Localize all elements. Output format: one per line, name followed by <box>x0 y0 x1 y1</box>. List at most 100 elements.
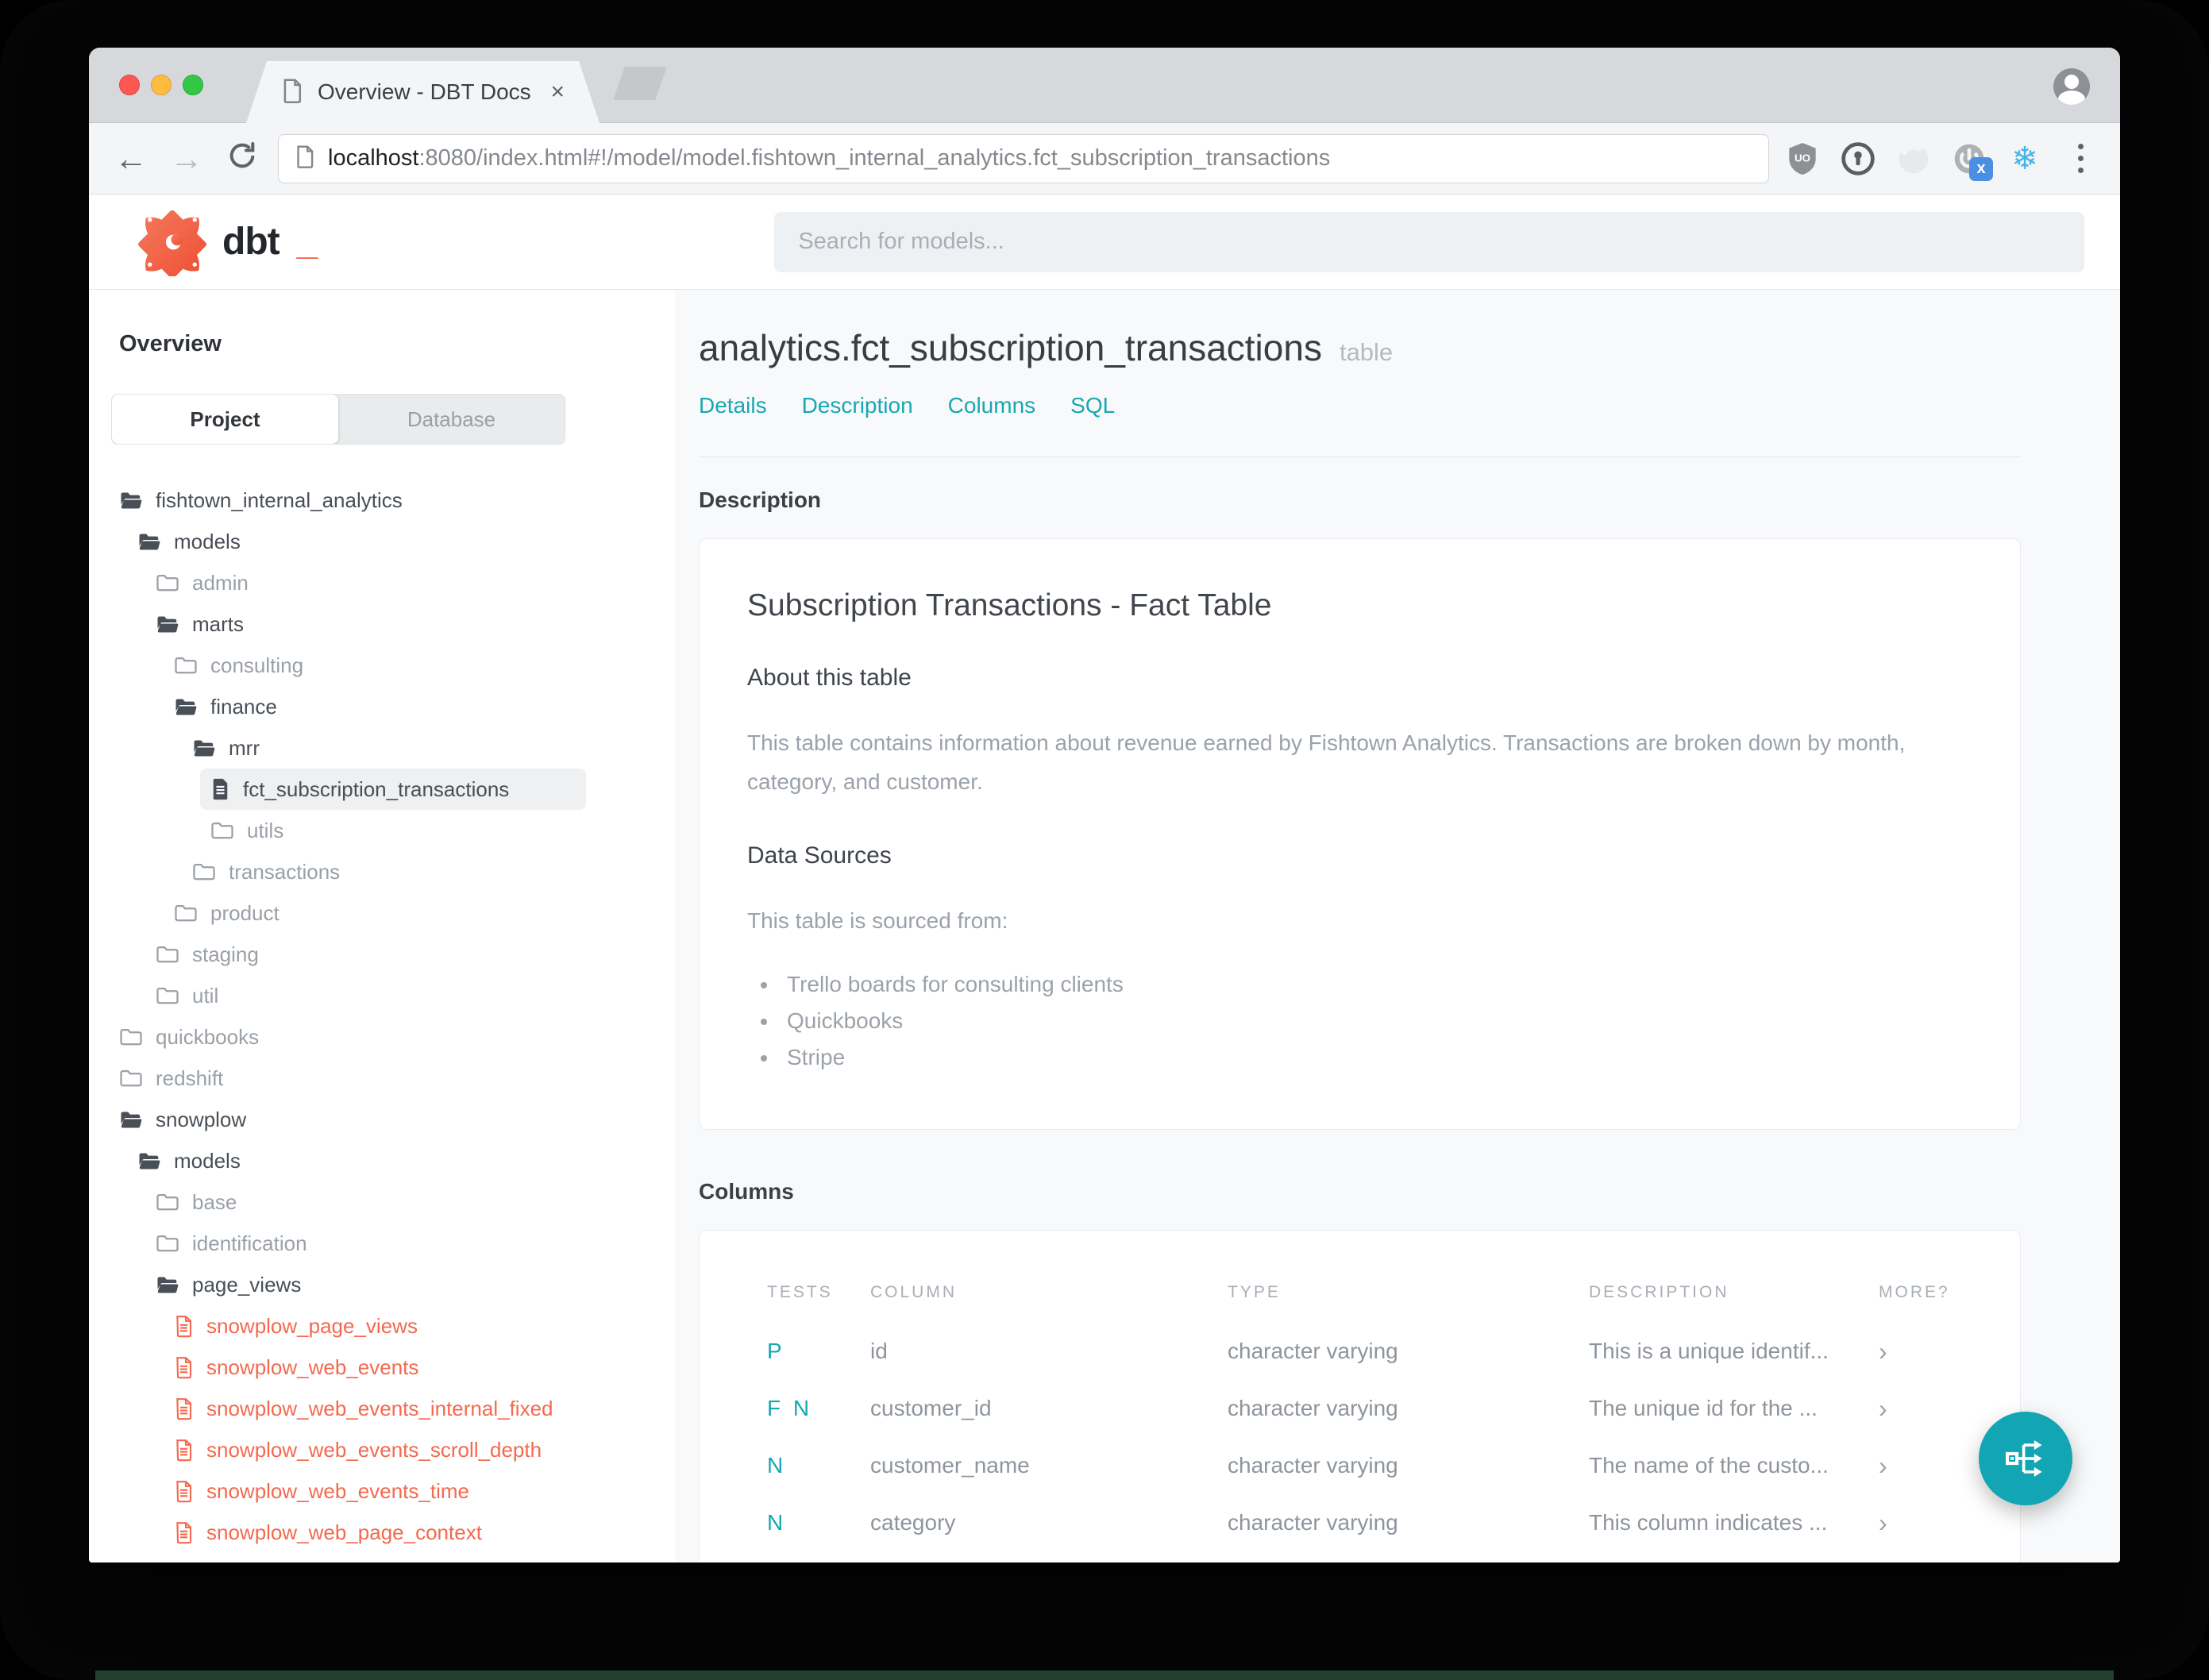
expand-chevron-icon[interactable]: › <box>1879 1337 1976 1366</box>
back-button[interactable]: ← <box>111 141 151 175</box>
window-controls <box>119 75 203 95</box>
tree-item-snowplow_web_page_context[interactable]: snowplow_web_page_context <box>89 1512 675 1553</box>
url-path: :8080/index.html#!/model/model.fishtown_… <box>418 145 1331 171</box>
tree-item-admin[interactable]: admin <box>89 562 675 603</box>
snowflake-extension-icon[interactable]: ❄ <box>2007 141 2042 176</box>
power-extension-icon[interactable]: x <box>1952 141 1993 181</box>
tree-item-snowplow_web_events_time[interactable]: snowplow_web_events_time <box>89 1470 675 1512</box>
column-row-category[interactable]: Ncategory character varying This column in… <box>767 1494 1976 1551</box>
tree-item-utils[interactable]: utils <box>89 810 675 851</box>
source-list-item: Stripe <box>779 1045 1972 1070</box>
expand-chevron-icon[interactable]: › <box>1879 1509 1976 1538</box>
extension-badge: x <box>1969 156 1993 181</box>
file-icon <box>210 777 230 801</box>
tab-details[interactable]: Details <box>699 393 767 418</box>
profile-avatar[interactable] <box>2053 68 2090 105</box>
tree-item-label: snowplow_web_page_context <box>206 1520 482 1544</box>
onepassword-extension-icon[interactable] <box>1841 141 1876 176</box>
column-description: The unique id for the ... <box>1589 1396 1818 1420</box>
tree-item-label: admin <box>192 570 249 595</box>
file-icon <box>174 1479 194 1503</box>
tree-item-snowplow_page_views[interactable]: snowplow_page_views <box>89 1305 675 1347</box>
column-name: category <box>870 1510 956 1535</box>
tree-item-label: utils <box>247 818 284 842</box>
folder-icon <box>210 821 234 841</box>
tree-item-marts[interactable]: marts <box>89 603 675 645</box>
page-title: analytics.fct_subscription_transactions <box>699 327 1322 368</box>
tree-item-identification[interactable]: identification <box>89 1223 675 1264</box>
browser-menu-icon[interactable] <box>2063 141 2098 176</box>
column-row-customer_name[interactable]: Ncustomer_name character varying The name … <box>767 1437 1976 1494</box>
columns-section-heading: Columns <box>699 1179 794 1204</box>
address-bar[interactable]: localhost:8080/index.html#!/model/model.… <box>278 133 1769 183</box>
tree-item-transactions[interactable]: transactions <box>89 851 675 892</box>
sources-list: Trello boards for consulting clients Quic… <box>779 972 1972 1070</box>
tree-item-staging[interactable]: staging <box>89 934 675 975</box>
tree-item-models[interactable]: models <box>89 521 675 562</box>
ublock-extension-icon[interactable]: UO <box>1785 141 1820 176</box>
tree-item-models[interactable]: models <box>89 1140 675 1181</box>
sidebar-tab-project[interactable]: Project <box>112 395 338 444</box>
folder-icon <box>156 945 179 965</box>
column-type: character varying <box>1228 1510 1398 1535</box>
tab-description[interactable]: Description <box>802 393 913 418</box>
tree-item-label: fct_subscription_transactions <box>243 776 510 801</box>
tree-item-snowplow_web_events_internal_fixed[interactable]: snowplow_web_events_internal_fixed <box>89 1388 675 1429</box>
avatar-head-icon <box>2064 75 2079 89</box>
column-type: character varying <box>1228 1453 1398 1478</box>
lineage-icon <box>2005 1440 2042 1477</box>
tree-item-fishtown_internal_analytics[interactable]: fishtown_internal_analytics <box>89 480 675 521</box>
pocket-extension-icon[interactable] <box>1896 141 1931 176</box>
refresh-button[interactable] <box>222 140 262 177</box>
tree-item-mrr[interactable]: mrr <box>89 727 675 769</box>
column-row-id[interactable]: Pid character varying This is a unique ide… <box>767 1323 1976 1380</box>
table-header-tests: TESTS <box>767 1283 833 1301</box>
column-name: customer_id <box>870 1396 992 1420</box>
lineage-graph-button[interactable] <box>1979 1412 2072 1505</box>
folder-open-icon <box>119 1110 143 1130</box>
column-row-customer_id[interactable]: F N customer_id character varying The uniqu… <box>767 1380 1976 1437</box>
tree-item-util[interactable]: util <box>89 975 675 1016</box>
folder-icon <box>156 573 179 593</box>
wallpaper-sliver <box>95 1670 2114 1680</box>
tree-item-redshift[interactable]: redshift <box>89 1058 675 1099</box>
tab-columns[interactable]: Columns <box>948 393 1035 418</box>
search-input[interactable]: Search for models... <box>774 211 2085 272</box>
columns-table: TESTS COLUMN TYPE DESCRIPTION MORE? Pid charac… <box>767 1283 1976 1562</box>
expand-chevron-icon[interactable]: › <box>1879 1451 1976 1481</box>
column-type: character varying <box>1228 1339 1398 1363</box>
column-row-date_month[interactable]: Ndate_monthdateThis column indicates ...… <box>767 1551 1976 1562</box>
tab-sql[interactable]: SQL <box>1070 393 1115 418</box>
minimize-window-button[interactable] <box>151 75 172 95</box>
tree-item-label: page_views <box>192 1272 302 1297</box>
folder-open-icon <box>174 697 198 717</box>
tree-item-fct_subscription_transactions[interactable]: fct_subscription_transactions <box>89 769 675 810</box>
tree-item-finance[interactable]: finance <box>89 686 675 727</box>
tree-item-label: consulting <box>210 653 304 677</box>
tree-item-label: util <box>192 983 219 1008</box>
sidebar-tab-database[interactable]: Database <box>338 395 565 444</box>
tree-item-snowplow_web_events_scroll_depth[interactable]: snowplow_web_events_scroll_depth <box>89 1429 675 1470</box>
zoom-window-button[interactable] <box>183 75 203 95</box>
table-header-more: MORE? <box>1879 1283 1950 1301</box>
url-text: localhost:8080/index.html#!/model/model.… <box>328 145 1330 171</box>
main-pane: analytics.fct_subscription_transactions … <box>675 290 2120 1562</box>
browser-tab[interactable]: Overview - DBT Docs × <box>246 61 599 123</box>
tree-item-base[interactable]: base <box>89 1181 675 1223</box>
tree-item-consulting[interactable]: consulting <box>89 645 675 686</box>
tree-item-label: marts <box>192 611 244 636</box>
expand-chevron-icon[interactable]: › <box>1879 1394 1976 1424</box>
tree-item-quickbooks[interactable]: quickbooks <box>89 1016 675 1058</box>
new-tab-button[interactable] <box>613 67 667 100</box>
tree-item-snowplow[interactable]: snowplow <box>89 1099 675 1140</box>
tree-item-product[interactable]: product <box>89 892 675 934</box>
tests-badges: N <box>767 1453 787 1478</box>
dbt-logo[interactable]: dbt _ <box>138 208 318 276</box>
tree-item-page_views[interactable]: page_views <box>89 1264 675 1305</box>
url-page-icon <box>295 144 315 173</box>
tree-item-snowplow_web_events[interactable]: snowplow_web_events <box>89 1347 675 1388</box>
tree-item-label: finance <box>210 694 277 719</box>
close-window-button[interactable] <box>119 75 140 95</box>
tab-close-icon[interactable]: × <box>550 80 565 104</box>
url-host: localhost <box>328 145 419 171</box>
